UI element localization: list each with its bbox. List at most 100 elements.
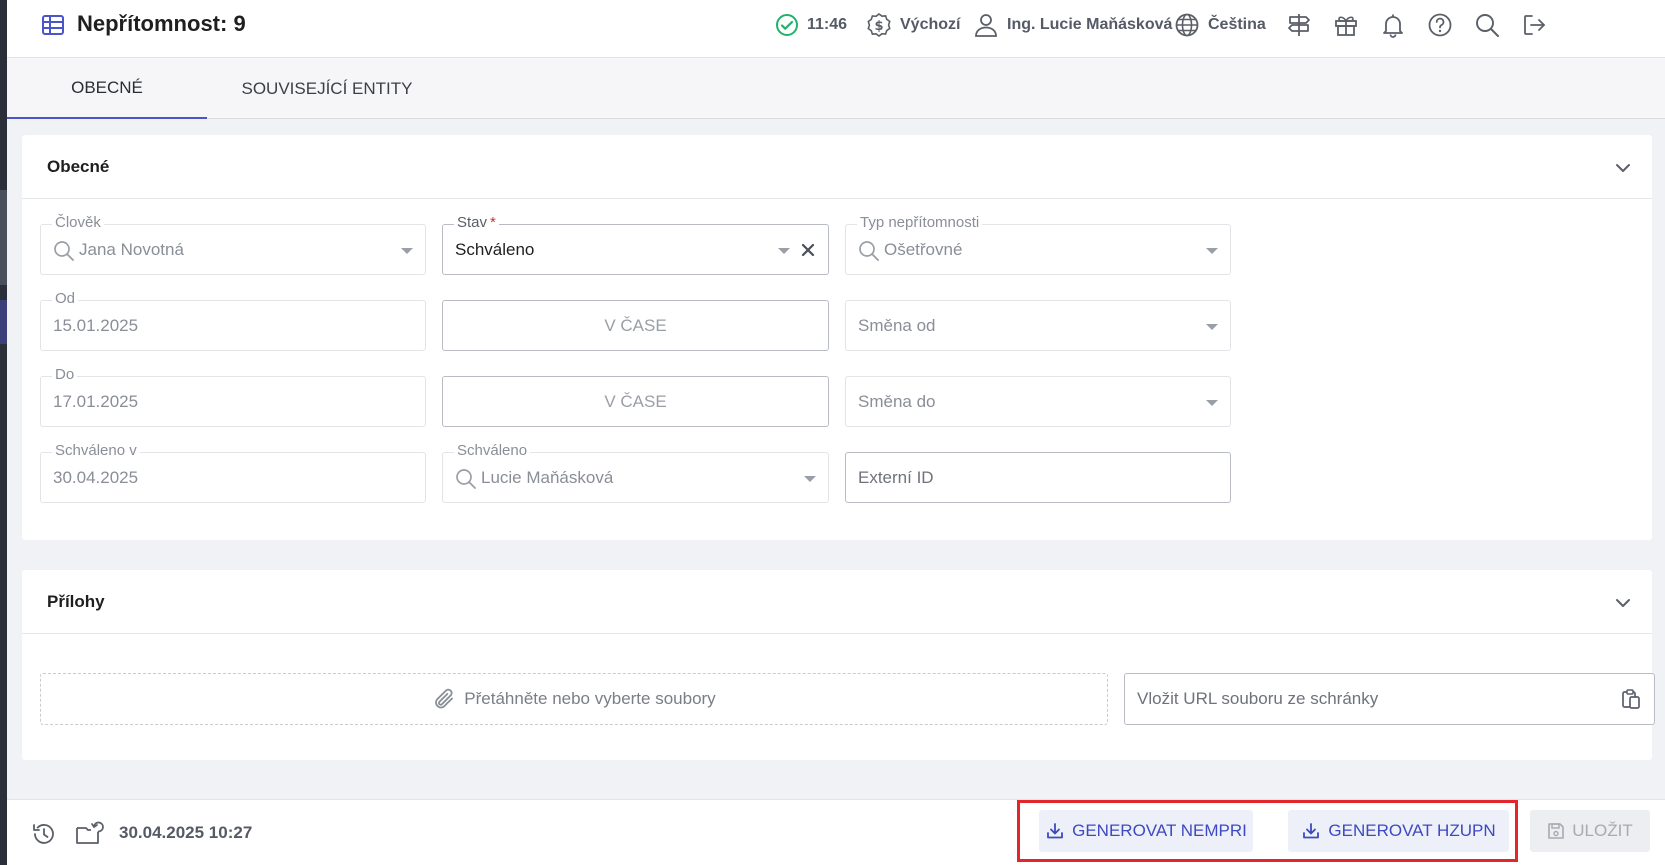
from-label: Od bbox=[52, 290, 79, 307]
dollar-icon: $ bbox=[867, 13, 891, 37]
attachments-card-header[interactable]: Přílohy bbox=[22, 570, 1652, 634]
history-icon[interactable] bbox=[31, 821, 57, 847]
to-value: 17.01.2025 bbox=[53, 392, 139, 411]
to-time-button-label: V ČASE bbox=[604, 392, 667, 411]
person-field[interactable]: Člověk Jana Novotná bbox=[40, 214, 426, 275]
logout-icon bbox=[1524, 15, 1545, 35]
user-menu[interactable]: Ing. Lucie Maňásková bbox=[973, 10, 1172, 40]
shift-from-placeholder: Směna od bbox=[858, 316, 936, 335]
save-button[interactable]: ULOŽIT bbox=[1530, 810, 1650, 852]
approved-by-field[interactable]: Schváleno Lucie Maňásková bbox=[442, 442, 829, 503]
save-label: ULOŽIT bbox=[1572, 821, 1633, 840]
folder-refresh-icon[interactable] bbox=[74, 818, 104, 848]
caret-down-icon[interactable] bbox=[1206, 400, 1218, 406]
attachments-card: Přílohy Přetáhněte nebo vyberte soubory … bbox=[22, 570, 1655, 760]
from-date-field[interactable]: Od 15.01.2025 bbox=[40, 290, 426, 351]
search-icon bbox=[456, 469, 476, 489]
general-card: Obecné Člověk Jana Novotná Stav * Schvále… bbox=[22, 135, 1652, 540]
download-icon bbox=[1303, 823, 1320, 839]
generate-hzupn-button[interactable]: GENEROVAT HZUPN bbox=[1288, 810, 1509, 852]
approved-at-field[interactable]: Schváleno v 30.04.2025 bbox=[40, 442, 426, 503]
language-label: Čeština bbox=[1208, 16, 1266, 33]
paperclip-icon bbox=[435, 688, 454, 709]
absence-type-field[interactable]: Typ nepřítomnosti Ošetřovné bbox=[845, 214, 1231, 275]
close-icon[interactable] bbox=[797, 239, 819, 261]
approved-at-value: 30.04.2025 bbox=[53, 468, 139, 487]
check-circle-icon bbox=[776, 14, 798, 36]
gift-button[interactable] bbox=[1331, 10, 1361, 40]
last-modified-timestamp: 30.04.2025 10:27 bbox=[119, 823, 253, 842]
person-label: Člověk bbox=[52, 214, 104, 231]
from-value: 15.01.2025 bbox=[53, 316, 139, 335]
table-icon bbox=[42, 15, 64, 35]
clock-status: 11:46 bbox=[775, 10, 847, 40]
chevron-down-icon[interactable] bbox=[1612, 157, 1634, 179]
approved-at-label: Schváleno v bbox=[52, 442, 140, 459]
tab-related-entities[interactable]: SOUVISEJÍCÍ ENTITY bbox=[207, 58, 447, 119]
svg-text:$: $ bbox=[874, 19, 883, 34]
state-label: Stav * bbox=[454, 214, 499, 231]
language-selector[interactable]: Čeština bbox=[1174, 10, 1266, 40]
from-time-button[interactable]: V ČASE bbox=[442, 300, 829, 351]
bell-icon bbox=[1383, 14, 1403, 38]
to-date-field[interactable]: Do 17.01.2025 bbox=[40, 366, 426, 427]
footer-bar: 30.04.2025 10:27 GENEROVAT NEMPRI GENERO… bbox=[7, 799, 1665, 865]
generate-nempri-label: GENEROVAT NEMPRI bbox=[1072, 821, 1247, 840]
search-button[interactable] bbox=[1472, 10, 1502, 40]
to-label: Do bbox=[52, 366, 78, 383]
search-icon bbox=[1476, 14, 1499, 37]
download-icon bbox=[1047, 823, 1064, 839]
page-title: Nepřítomnost: 9 bbox=[77, 11, 246, 36]
signpost-button[interactable] bbox=[1284, 10, 1314, 40]
shift-to-select[interactable]: Směna do bbox=[845, 376, 1231, 427]
approved-by-value: Lucie Maňásková bbox=[481, 468, 614, 487]
save-icon bbox=[1548, 823, 1565, 839]
person-value: Jana Novotná bbox=[79, 240, 184, 259]
general-card-header[interactable]: Obecné bbox=[22, 135, 1652, 199]
rail-handle[interactable] bbox=[0, 190, 7, 285]
caret-down-icon[interactable] bbox=[804, 476, 816, 482]
tab-bar: OBECNÉ SOUVISEJÍCÍ ENTITY bbox=[7, 58, 1665, 119]
logout-button[interactable] bbox=[1519, 10, 1549, 40]
caret-down-icon[interactable] bbox=[1206, 248, 1218, 254]
notifications-button[interactable] bbox=[1378, 10, 1408, 40]
help-button[interactable] bbox=[1425, 10, 1455, 40]
generate-nempri-button[interactable]: GENEROVAT NEMPRI bbox=[1039, 810, 1253, 852]
from-time-button-label: V ČASE bbox=[604, 316, 667, 335]
state-value: Schváleno bbox=[455, 240, 535, 259]
left-rail bbox=[0, 0, 7, 865]
file-url-input[interactable]: Vložit URL souboru ze schránky bbox=[1124, 673, 1655, 725]
signpost-icon bbox=[1288, 14, 1310, 36]
search-icon bbox=[859, 241, 879, 261]
clipboard-paste-icon[interactable] bbox=[1620, 688, 1642, 710]
required-mark: * bbox=[490, 214, 496, 231]
user-name: Ing. Lucie Maňásková bbox=[1007, 16, 1173, 33]
time-label: 11:46 bbox=[807, 16, 848, 33]
help-icon bbox=[1428, 13, 1452, 37]
external-id-placeholder: Externí ID bbox=[858, 468, 934, 487]
file-dropzone[interactable]: Přetáhněte nebo vyberte soubory bbox=[40, 673, 1108, 725]
chevron-down-icon[interactable] bbox=[1612, 592, 1634, 614]
search-icon bbox=[54, 241, 74, 261]
file-url-placeholder: Vložit URL souboru ze schránky bbox=[1137, 689, 1379, 708]
caret-down-icon[interactable] bbox=[778, 248, 790, 254]
absence-type-value: Ošetřovné bbox=[884, 240, 963, 259]
to-time-button[interactable]: V ČASE bbox=[442, 376, 829, 427]
globe-icon bbox=[1175, 13, 1199, 37]
absence-type-label: Typ nepřítomnosti bbox=[857, 214, 983, 231]
caret-down-icon[interactable] bbox=[401, 248, 413, 254]
currency-label: Výchozí bbox=[900, 16, 961, 33]
tab-general[interactable]: OBECNÉ bbox=[7, 58, 207, 119]
attachments-card-title: Přílohy bbox=[47, 592, 105, 611]
dropzone-label: Přetáhněte nebo vyberte soubory bbox=[464, 689, 716, 708]
external-id-input[interactable]: Externí ID bbox=[845, 452, 1231, 503]
top-bar: Nepřítomnost: 9 11:46 $ Výchozí Ing. Luc… bbox=[7, 0, 1665, 58]
approved-by-label: Schváleno bbox=[454, 442, 531, 459]
caret-down-icon[interactable] bbox=[1206, 324, 1218, 330]
user-icon bbox=[975, 14, 997, 37]
currency-selector[interactable]: $ Výchozí bbox=[866, 10, 960, 40]
shift-from-select[interactable]: Směna od bbox=[845, 300, 1231, 351]
rail-indicator bbox=[0, 300, 7, 344]
state-field[interactable]: Stav * Schváleno bbox=[442, 214, 829, 275]
shift-to-placeholder: Směna do bbox=[858, 392, 936, 411]
